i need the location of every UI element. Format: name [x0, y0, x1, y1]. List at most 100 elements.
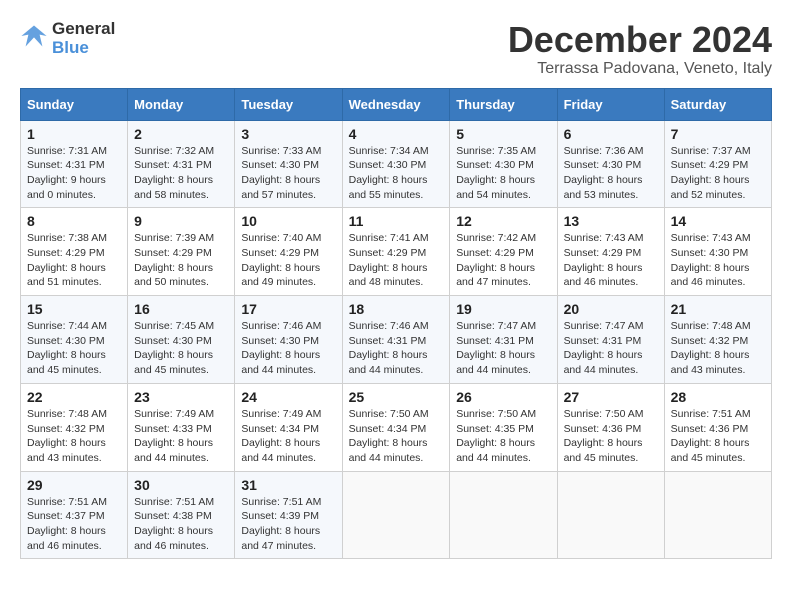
day-info: Sunrise: 7:50 AM Sunset: 4:35 PM Dayligh…: [456, 407, 550, 466]
calendar-cell: [557, 471, 664, 559]
calendar-cell: 4 Sunrise: 7:34 AM Sunset: 4:30 PM Daylig…: [342, 120, 450, 208]
header-saturday: Saturday: [664, 88, 771, 120]
day-info: Sunrise: 7:38 AM Sunset: 4:29 PM Dayligh…: [27, 231, 121, 290]
day-info: Sunrise: 7:51 AM Sunset: 4:37 PM Dayligh…: [27, 495, 121, 554]
location-subtitle: Terrassa Padovana, Veneto, Italy: [508, 60, 772, 78]
day-info: Sunrise: 7:37 AM Sunset: 4:29 PM Dayligh…: [671, 144, 765, 203]
calendar-week-4: 22 Sunrise: 7:48 AM Sunset: 4:32 PM Dayli…: [21, 383, 772, 471]
day-number: 11: [349, 213, 444, 229]
day-number: 24: [241, 389, 335, 405]
day-number: 26: [456, 389, 550, 405]
calendar-cell: 31 Sunrise: 7:51 AM Sunset: 4:39 PM Dayli…: [235, 471, 342, 559]
calendar-cell: 19 Sunrise: 7:47 AM Sunset: 4:31 PM Dayli…: [450, 296, 557, 384]
logo-text: General Blue: [52, 20, 115, 57]
day-number: 25: [349, 389, 444, 405]
calendar-cell: 16Sunrise: 7:45 AM Sunset: 4:30 PM Dayli…: [128, 296, 235, 384]
calendar-cell: 25Sunrise: 7:50 AM Sunset: 4:34 PM Dayli…: [342, 383, 450, 471]
day-info: Sunrise: 7:48 AM Sunset: 4:32 PM Dayligh…: [671, 319, 765, 378]
day-number: 13: [564, 213, 658, 229]
title-block: December 2024 Terrassa Padovana, Veneto,…: [508, 20, 772, 78]
day-number: 15: [27, 301, 121, 317]
day-info: Sunrise: 7:39 AM Sunset: 4:29 PM Dayligh…: [134, 231, 228, 290]
calendar-cell: 18 Sunrise: 7:46 AM Sunset: 4:31 PM Dayli…: [342, 296, 450, 384]
header-sunday: Sunday: [21, 88, 128, 120]
day-info: Sunrise: 7:47 AM Sunset: 4:31 PM Dayligh…: [456, 319, 550, 378]
calendar-cell: 11 Sunrise: 7:41 AM Sunset: 4:29 PM Dayli…: [342, 208, 450, 296]
calendar-cell: 8 Sunrise: 7:38 AM Sunset: 4:29 PM Daylig…: [21, 208, 128, 296]
day-info: Sunrise: 7:49 AM Sunset: 4:33 PM Dayligh…: [134, 407, 228, 466]
day-number: 7: [671, 126, 765, 142]
day-info: Sunrise: 7:41 AM Sunset: 4:29 PM Dayligh…: [349, 231, 444, 290]
calendar-cell: 17 Sunrise: 7:46 AM Sunset: 4:30 PM Dayli…: [235, 296, 342, 384]
calendar-cell: 6 Sunrise: 7:36 AM Sunset: 4:30 PM Daylig…: [557, 120, 664, 208]
day-number: 23: [134, 389, 228, 405]
calendar-cell: 9 Sunrise: 7:39 AM Sunset: 4:29 PM Daylig…: [128, 208, 235, 296]
calendar-cell: 23 Sunrise: 7:49 AM Sunset: 4:33 PM Dayli…: [128, 383, 235, 471]
month-title: December 2024: [508, 20, 772, 60]
day-number: 10: [241, 213, 335, 229]
day-number: 2: [134, 126, 228, 142]
day-info: Sunrise: 7:50 AM Sunset: 4:36 PM Dayligh…: [564, 407, 658, 466]
day-info: Sunrise: 7:34 AM Sunset: 4:30 PM Dayligh…: [349, 144, 444, 203]
day-info: Sunrise: 7:43 AM Sunset: 4:30 PM Dayligh…: [671, 231, 765, 290]
calendar-cell: [664, 471, 771, 559]
calendar-cell: 3 Sunrise: 7:33 AM Sunset: 4:30 PM Daylig…: [235, 120, 342, 208]
day-info: Sunrise: 7:46 AM Sunset: 4:30 PM Dayligh…: [241, 319, 335, 378]
calendar-cell: 24 Sunrise: 7:49 AM Sunset: 4:34 PM Dayli…: [235, 383, 342, 471]
day-number: 5: [456, 126, 550, 142]
calendar-cell: 29 Sunrise: 7:51 AM Sunset: 4:37 PM Dayli…: [21, 471, 128, 559]
header-tuesday: Tuesday: [235, 88, 342, 120]
day-number: 9: [134, 213, 228, 229]
calendar-cell: [342, 471, 450, 559]
calendar-cell: 5 Sunrise: 7:35 AM Sunset: 4:30 PM Daylig…: [450, 120, 557, 208]
day-info: Sunrise: 7:43 AM Sunset: 4:29 PM Dayligh…: [564, 231, 658, 290]
calendar-cell: 21 Sunrise: 7:48 AM Sunset: 4:32 PM Dayli…: [664, 296, 771, 384]
calendar-cell: 27 Sunrise: 7:50 AM Sunset: 4:36 PM Dayli…: [557, 383, 664, 471]
calendar-week-1: 1 Sunrise: 7:31 AM Sunset: 4:31 PM Daylig…: [21, 120, 772, 208]
day-info: Sunrise: 7:32 AM Sunset: 4:31 PM Dayligh…: [134, 144, 228, 203]
day-number: 28: [671, 389, 765, 405]
day-number: 19: [456, 301, 550, 317]
calendar-cell: 26 Sunrise: 7:50 AM Sunset: 4:35 PM Dayli…: [450, 383, 557, 471]
calendar-week-3: 15 Sunrise: 7:44 AM Sunset: 4:30 PM Dayli…: [21, 296, 772, 384]
day-info: Sunrise: 7:46 AM Sunset: 4:31 PM Dayligh…: [349, 319, 444, 378]
day-info: Sunrise: 7:49 AM Sunset: 4:34 PM Dayligh…: [241, 407, 335, 466]
day-number: 27: [564, 389, 658, 405]
header: General Blue December 2024 Terrassa Pado…: [20, 20, 772, 78]
day-number: 3: [241, 126, 335, 142]
day-number: 16: [134, 301, 228, 317]
day-number: 31: [241, 477, 335, 493]
day-number: 20: [564, 301, 658, 317]
day-info: Sunrise: 7:51 AM Sunset: 4:38 PM Dayligh…: [134, 495, 228, 554]
day-number: 4: [349, 126, 444, 142]
calendar-cell: [450, 471, 557, 559]
day-number: 29: [27, 477, 121, 493]
day-info: Sunrise: 7:33 AM Sunset: 4:30 PM Dayligh…: [241, 144, 335, 203]
day-number: 30: [134, 477, 228, 493]
day-info: Sunrise: 7:44 AM Sunset: 4:30 PM Dayligh…: [27, 319, 121, 378]
day-number: 14: [671, 213, 765, 229]
calendar-cell: 1 Sunrise: 7:31 AM Sunset: 4:31 PM Daylig…: [21, 120, 128, 208]
day-number: 17: [241, 301, 335, 317]
day-info: Sunrise: 7:48 AM Sunset: 4:32 PM Dayligh…: [27, 407, 121, 466]
day-number: 6: [564, 126, 658, 142]
calendar-table: SundayMondayTuesdayWednesdayThursdayFrid…: [20, 88, 772, 560]
day-number: 18: [349, 301, 444, 317]
header-thursday: Thursday: [450, 88, 557, 120]
calendar-cell: 28Sunrise: 7:51 AM Sunset: 4:36 PM Dayli…: [664, 383, 771, 471]
calendar-cell: 13 Sunrise: 7:43 AM Sunset: 4:29 PM Dayli…: [557, 208, 664, 296]
calendar-cell: 7 Sunrise: 7:37 AM Sunset: 4:29 PM Daylig…: [664, 120, 771, 208]
day-info: Sunrise: 7:31 AM Sunset: 4:31 PM Dayligh…: [27, 144, 121, 203]
day-number: 21: [671, 301, 765, 317]
day-info: Sunrise: 7:42 AM Sunset: 4:29 PM Dayligh…: [456, 231, 550, 290]
day-info: Sunrise: 7:36 AM Sunset: 4:30 PM Dayligh…: [564, 144, 658, 203]
day-number: 1: [27, 126, 121, 142]
day-info: Sunrise: 7:35 AM Sunset: 4:30 PM Dayligh…: [456, 144, 550, 203]
day-info: Sunrise: 7:51 AM Sunset: 4:39 PM Dayligh…: [241, 495, 335, 554]
day-number: 12: [456, 213, 550, 229]
day-number: 8: [27, 213, 121, 229]
day-info: Sunrise: 7:40 AM Sunset: 4:29 PM Dayligh…: [241, 231, 335, 290]
day-number: 22: [27, 389, 121, 405]
logo: General Blue: [20, 20, 115, 57]
calendar-cell: 15 Sunrise: 7:44 AM Sunset: 4:30 PM Dayli…: [21, 296, 128, 384]
